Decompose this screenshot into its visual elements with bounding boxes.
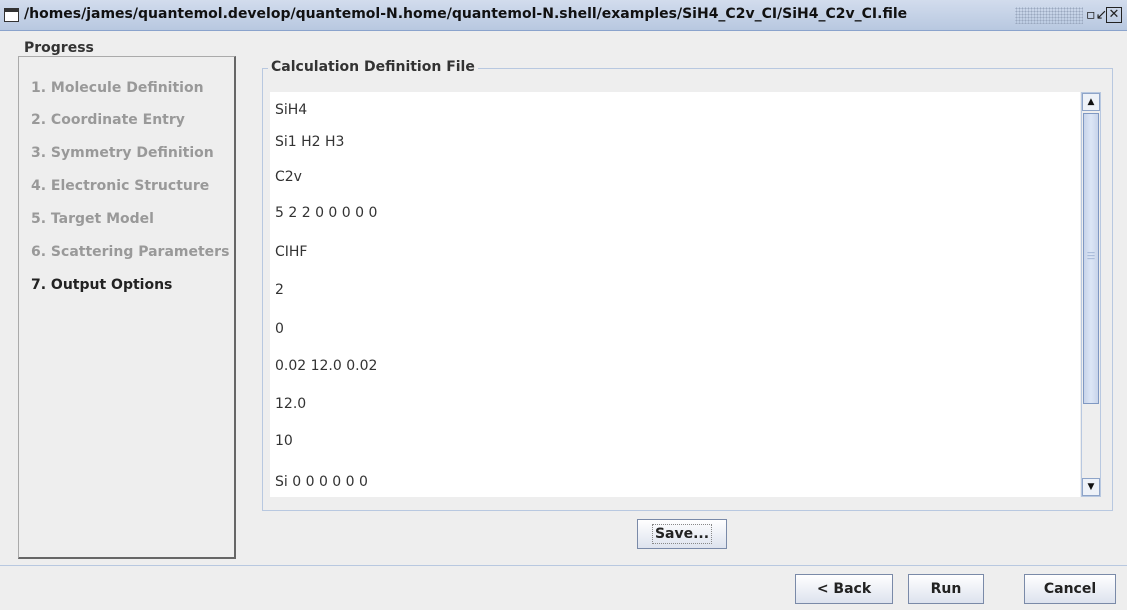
step-molecule-definition: 1. Molecule Definition — [31, 80, 204, 96]
step-coordinate-entry: 2. Coordinate Entry — [31, 112, 185, 128]
file-line: 10 — [275, 433, 293, 449]
progress-title: Progress — [22, 40, 98, 56]
vertical-scrollbar[interactable]: ▲ — — — ▼ — [1081, 92, 1101, 497]
step-electronic-structure: 4. Electronic Structure — [31, 178, 210, 194]
title-bar-grip — [1015, 7, 1083, 24]
progress-panel — [18, 56, 236, 559]
calculation-file-title: Calculation Definition File — [268, 59, 478, 75]
file-line: 5 2 2 0 0 0 0 0 — [275, 205, 378, 221]
file-line: 0 — [275, 321, 284, 337]
arrow-up-icon[interactable]: ▲ — [1082, 93, 1100, 111]
file-line: C2v — [275, 169, 302, 185]
grip-icon: — — — — [1087, 248, 1095, 263]
close-icon[interactable]: ✕ — [1106, 7, 1122, 23]
run-button[interactable]: Run — [908, 574, 984, 604]
file-line: 2 — [275, 282, 284, 298]
save-button[interactable]: Save... — [637, 519, 727, 549]
step-scattering-parameters: 6. Scattering Parameters — [31, 244, 230, 260]
file-line: 12.0 — [275, 396, 307, 412]
save-button-label: Save... — [651, 524, 713, 544]
cancel-button[interactable]: Cancel — [1024, 574, 1116, 604]
footer-divider — [0, 565, 1127, 566]
step-symmetry-definition: 3. Symmetry Definition — [31, 145, 214, 161]
calculation-file-textarea[interactable]: SiH4 Si1 H2 H3 C2v 5 2 2 0 0 0 0 0 CIHF … — [270, 92, 1080, 497]
back-button[interactable]: < Back — [795, 574, 893, 604]
file-line: CIHF — [275, 244, 308, 260]
scrollbar-thumb[interactable]: — — — — [1083, 113, 1099, 404]
file-line: Si 0 0 0 0 0 0 — [275, 474, 368, 490]
arrow-down-icon[interactable]: ▼ — [1082, 478, 1100, 496]
window-icon[interactable] — [4, 8, 19, 22]
step-output-options: 7. Output Options — [31, 277, 173, 293]
window-title: /homes/james/quantemol.develop/quantemol… — [24, 6, 908, 22]
file-line: SiH4 — [275, 102, 308, 118]
file-line: Si1 H2 H3 — [275, 134, 345, 150]
title-bar[interactable]: /homes/james/quantemol.develop/quantemol… — [0, 0, 1127, 31]
step-target-model: 5. Target Model — [31, 211, 154, 227]
file-line: 0.02 12.0 0.02 — [275, 358, 378, 374]
restore-icon[interactable]: ▫↙ — [1086, 6, 1107, 24]
